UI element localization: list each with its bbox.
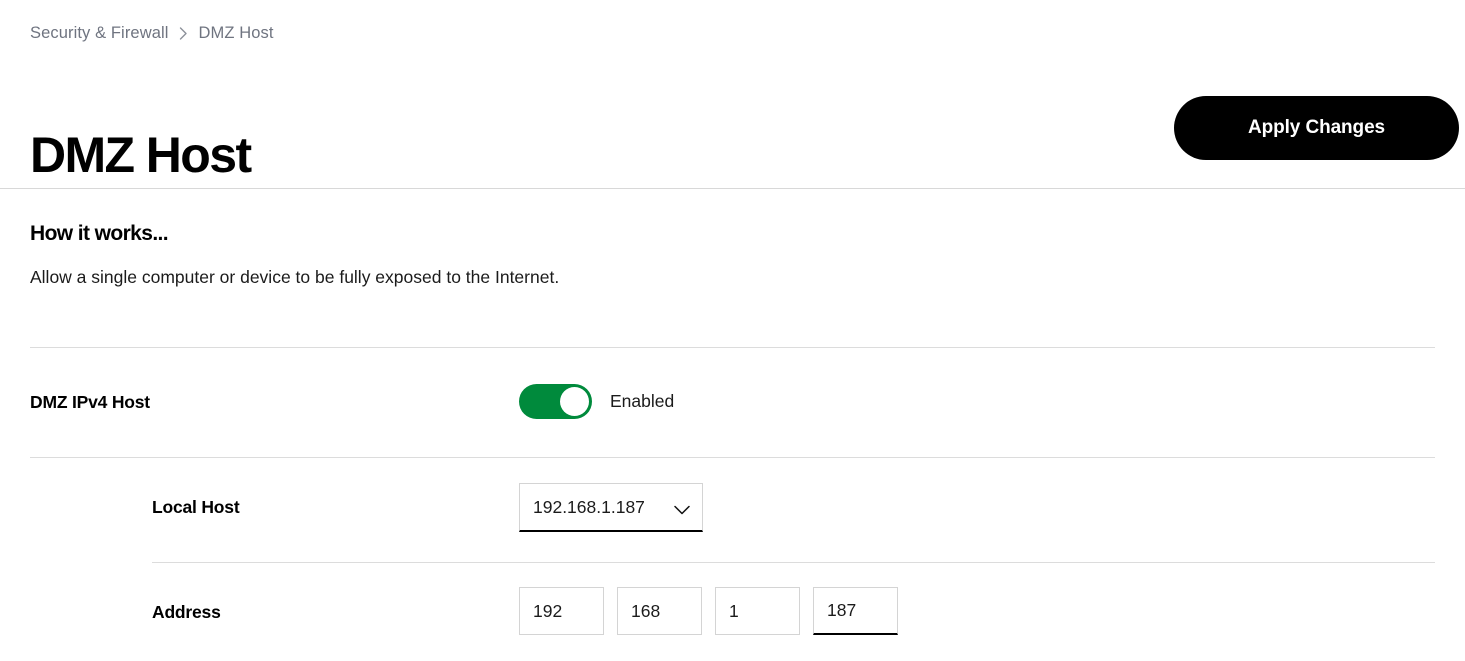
chevron-right-icon [178, 27, 190, 41]
breadcrumb-current-dmz-host: DMZ Host [198, 24, 274, 42]
address-octet-group [519, 587, 898, 635]
local-host-label: Local Host [152, 497, 240, 517]
address-octet-4[interactable] [813, 587, 898, 635]
address-label: Address [152, 602, 221, 622]
dmz-ipv4-host-toggle-group: Enabled [519, 384, 674, 419]
how-it-works-title: How it works... [30, 222, 169, 245]
breadcrumb-link-security-firewall[interactable]: Security & Firewall [30, 24, 169, 43]
page-title: DMZ Host [30, 126, 252, 183]
local-host-select[interactable]: 192.168.1.187 [519, 483, 703, 532]
chevron-down-icon [674, 502, 690, 515]
dmz-ipv4-host-toggle[interactable] [519, 384, 592, 419]
local-host-select-value: 192.168.1.187 [533, 496, 645, 517]
apply-changes-button[interactable]: Apply Changes [1174, 96, 1459, 160]
divider-above-dmz-row [30, 347, 1435, 348]
address-octet-2[interactable] [617, 587, 702, 635]
how-it-works-section: How it works... Allow a single computer … [30, 222, 670, 290]
address-octet-3[interactable] [715, 587, 800, 635]
dmz-ipv4-host-label: DMZ IPv4 Host [30, 392, 150, 412]
divider-above-address-row [152, 562, 1435, 563]
dmz-ipv4-host-toggle-state: Enabled [610, 391, 675, 411]
breadcrumb: Security & Firewall DMZ Host [30, 24, 274, 43]
divider-above-local-host-row [30, 457, 1435, 458]
how-it-works-description: Allow a single computer or device to be … [30, 267, 560, 287]
address-octet-1[interactable] [519, 587, 604, 635]
page-header: DMZ Host Apply Changes [0, 76, 1465, 189]
toggle-knob [560, 387, 589, 416]
